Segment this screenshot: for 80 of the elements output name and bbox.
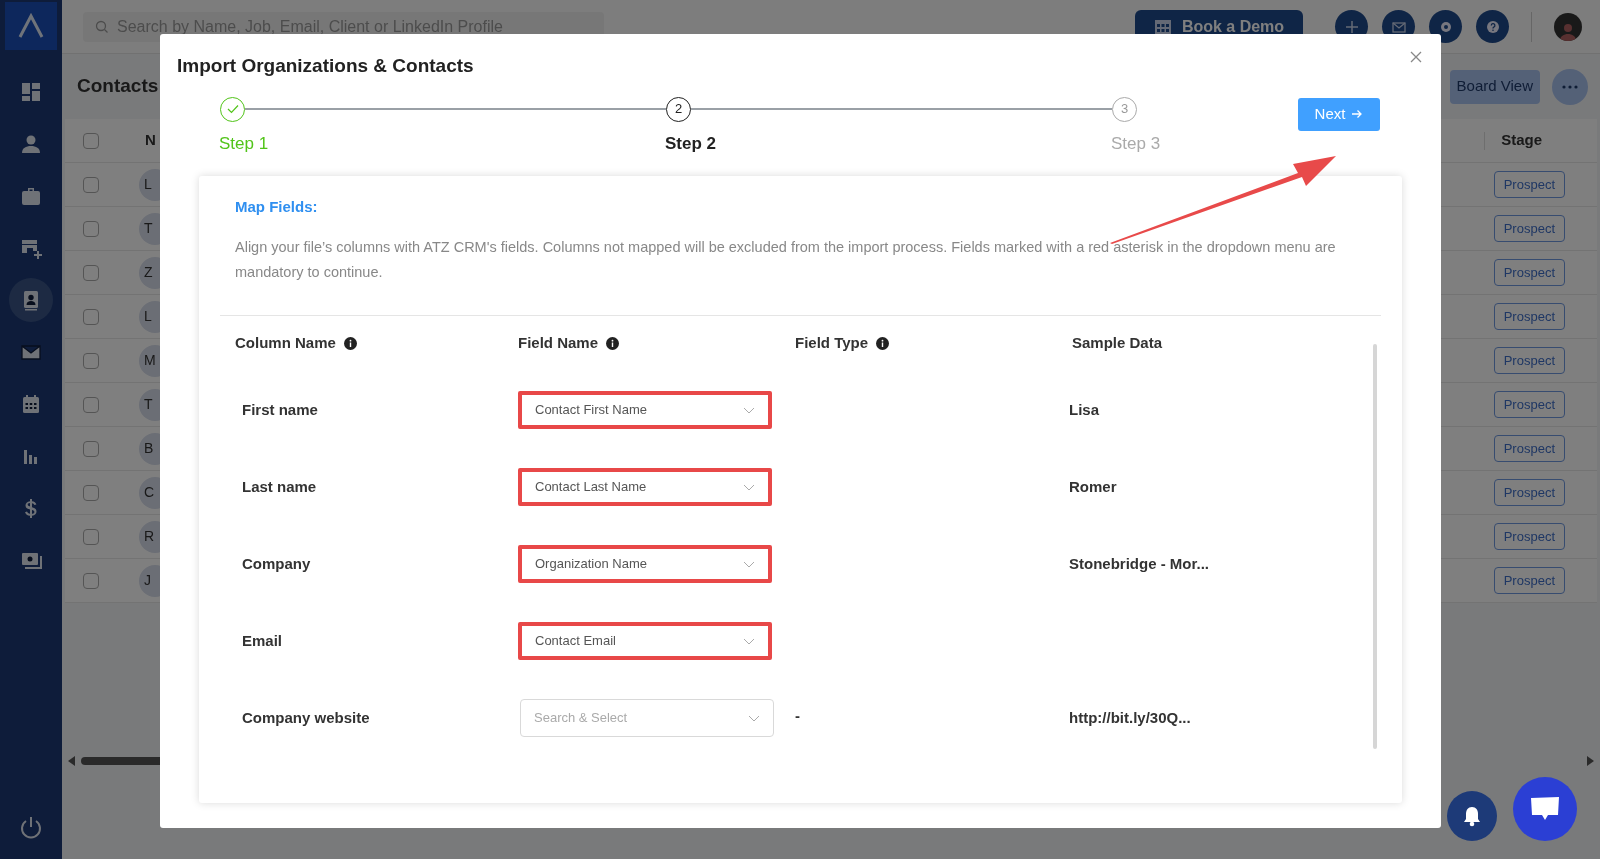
- column-name: Company website: [242, 707, 371, 728]
- checkbox[interactable]: [83, 176, 99, 193]
- checkbox[interactable]: [83, 308, 99, 325]
- column-header: Stage: [1501, 130, 1542, 151]
- sample-data: Romer: [1069, 478, 1117, 495]
- stage-tag: Prospect: [1493, 170, 1565, 199]
- field-select[interactable]: Contact Email: [518, 622, 772, 660]
- vertical-scrollbar[interactable]: [1373, 343, 1377, 749]
- checkbox[interactable]: [83, 528, 99, 545]
- help-button[interactable]: [1476, 10, 1509, 43]
- info-icon[interactable]: [343, 337, 357, 350]
- checkbox[interactable]: [83, 440, 99, 457]
- field-type: -: [795, 706, 800, 724]
- more-icon: [1562, 84, 1578, 89]
- page-title: Contacts: [77, 74, 159, 99]
- chevron-down-icon: [743, 406, 755, 414]
- step-indicator: 2: [666, 96, 691, 122]
- check-icon: [226, 104, 239, 114]
- column-header: Field Name: [518, 333, 599, 354]
- stage-tag: Prospect: [1493, 302, 1565, 331]
- briefcase-icon: [20, 185, 42, 207]
- step-label: Step 1: [219, 132, 269, 155]
- stage-tag: Prospect: [1493, 522, 1565, 551]
- column-name: First name: [242, 399, 319, 420]
- info-icon[interactable]: [876, 337, 890, 350]
- close-button[interactable]: [1409, 50, 1423, 64]
- calendar-icon: [1153, 18, 1172, 35]
- chevron-down-icon: [743, 560, 755, 568]
- column-name: Company: [242, 553, 312, 574]
- checkbox[interactable]: [83, 220, 99, 237]
- checkbox[interactable]: [83, 484, 99, 501]
- store-icon: [20, 237, 42, 259]
- step-label: Step 2: [665, 132, 717, 155]
- dialog-title: Import Organizations & Contacts: [177, 54, 474, 78]
- stage-tag: Prospect: [1493, 566, 1565, 595]
- search-icon: [95, 19, 109, 34]
- field-select[interactable]: Contact First Name: [518, 391, 772, 429]
- step-label: Step 3: [1111, 132, 1161, 155]
- more-button[interactable]: [1552, 68, 1588, 105]
- stage-tag: Prospect: [1493, 478, 1565, 507]
- column-header: Column Name: [235, 333, 336, 354]
- chevron-down-icon: [748, 714, 760, 722]
- power-icon[interactable]: [18, 815, 44, 841]
- close-icon: [1409, 50, 1423, 64]
- plus-icon: [1343, 18, 1360, 35]
- sample-data: Lisa: [1069, 401, 1099, 418]
- section-title: Map Fields:: [235, 197, 319, 217]
- app-logo[interactable]: [5, 2, 57, 50]
- checkbox[interactable]: [83, 396, 99, 413]
- column-name: Email: [242, 630, 284, 651]
- arrow-right-icon: [1351, 109, 1364, 119]
- calendar-icon: [20, 393, 42, 415]
- avatar[interactable]: [1554, 12, 1582, 41]
- chevron-down-icon: [743, 483, 755, 491]
- field-select[interactable]: Contact Last Name: [518, 468, 772, 506]
- field-select[interactable]: Organization Name: [518, 545, 772, 583]
- person-icon: [20, 133, 42, 155]
- stage-tag: Prospect: [1493, 258, 1565, 287]
- column-header: Sample Data: [1072, 333, 1163, 354]
- sidebar-item[interactable]: [9, 278, 53, 322]
- checkbox[interactable]: [83, 264, 99, 281]
- dashboard-icon: [20, 81, 42, 103]
- checkbox[interactable]: [83, 352, 99, 369]
- stage-tag: Prospect: [1493, 434, 1565, 463]
- step-indicator: 3: [1112, 96, 1137, 122]
- chevron-down-icon: [743, 637, 755, 645]
- stage-tag: Prospect: [1493, 346, 1565, 375]
- sample-data: Stonebridge - Mor...: [1069, 555, 1209, 572]
- column-name: Last name: [242, 476, 318, 497]
- sample-data: http://bit.ly/30Q...: [1069, 709, 1191, 726]
- bell-icon: [1462, 805, 1482, 827]
- column-header: Field Type: [795, 333, 869, 354]
- checkbox[interactable]: [83, 132, 99, 149]
- stage-tag: Prospect: [1493, 390, 1565, 419]
- description-text: Align your file’s columns with ATZ CRM's fields. Columns not mapped will be excluded from the import process. Fields marked with a red asterisk in the dropdown menu are mandatory to continue.: [235, 237, 1337, 282]
- info-icon[interactable]: [606, 337, 620, 350]
- help-icon: [1484, 18, 1501, 35]
- column-header: N: [145, 130, 156, 151]
- stage-tag: Prospect: [1493, 214, 1565, 243]
- checkbox[interactable]: [83, 572, 99, 589]
